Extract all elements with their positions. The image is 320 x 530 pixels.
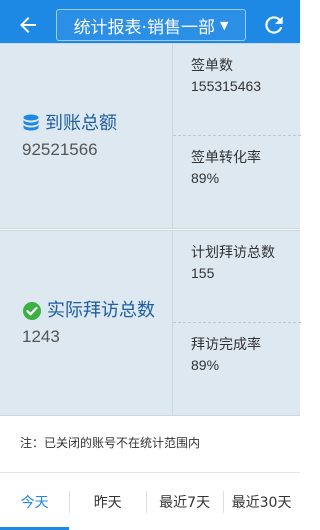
chevron-down-icon: ▼	[219, 18, 229, 32]
stat-conversion: 签单转化率 89%	[173, 136, 301, 228]
tab-today[interactable]: 今天	[0, 473, 70, 530]
revenue-stats: 签单数 155315463 签单转化率 89%	[172, 44, 301, 228]
tab-yesterday[interactable]: 昨天	[69, 473, 146, 530]
visits-value: 1243	[22, 327, 60, 346]
revenue-summary: 到账总额 92521566	[0, 44, 170, 228]
database-icon	[22, 114, 40, 134]
stat-value: 89%	[191, 357, 220, 373]
visits-summary: 实际拜访总数 1243	[0, 231, 170, 415]
tab-last-7-days[interactable]: 最近7天	[146, 473, 223, 530]
stat-contracts: 签单数 155315463	[173, 44, 301, 136]
stat-label: 签单数	[191, 58, 233, 74]
department-selector[interactable]: 统计报表·销售一部 ▼	[56, 9, 246, 41]
stat-value: 155315463	[191, 78, 262, 94]
refresh-button[interactable]	[258, 9, 290, 41]
stat-planned-visits: 计划拜访总数 155	[173, 231, 301, 323]
footnote: 注：已关闭的账号不在统计范围内	[20, 436, 201, 450]
stat-value: 155	[191, 265, 215, 281]
tab-last-30-days[interactable]: 最近30天	[223, 473, 300, 530]
page-title: 统计报表·销售一部	[73, 17, 215, 38]
visits-card: 实际拜访总数 1243 计划拜访总数 155 拜访完成率 89%	[0, 230, 301, 416]
date-range-tabs: 今天 昨天 最近7天 最近30天	[0, 472, 300, 530]
revenue-title: 到账总额	[45, 113, 117, 134]
stat-label: 拜访完成率	[191, 337, 261, 353]
refresh-icon	[265, 16, 283, 34]
stat-visit-completion: 拜访完成率 89%	[173, 323, 301, 415]
stat-value: 89%	[191, 170, 220, 186]
back-button[interactable]	[10, 9, 46, 41]
check-circle-icon	[22, 301, 42, 321]
revenue-value: 92521566	[22, 140, 98, 159]
revenue-card: 到账总额 92521566 签单数 155315463 签单转化率 89%	[0, 43, 301, 229]
arrow-left-icon	[20, 17, 36, 33]
stat-label: 签单转化率	[191, 150, 261, 166]
visits-title: 实际拜访总数	[47, 300, 155, 321]
stat-label: 计划拜访总数	[191, 245, 275, 261]
visits-stats: 计划拜访总数 155 拜访完成率 89%	[172, 231, 301, 415]
